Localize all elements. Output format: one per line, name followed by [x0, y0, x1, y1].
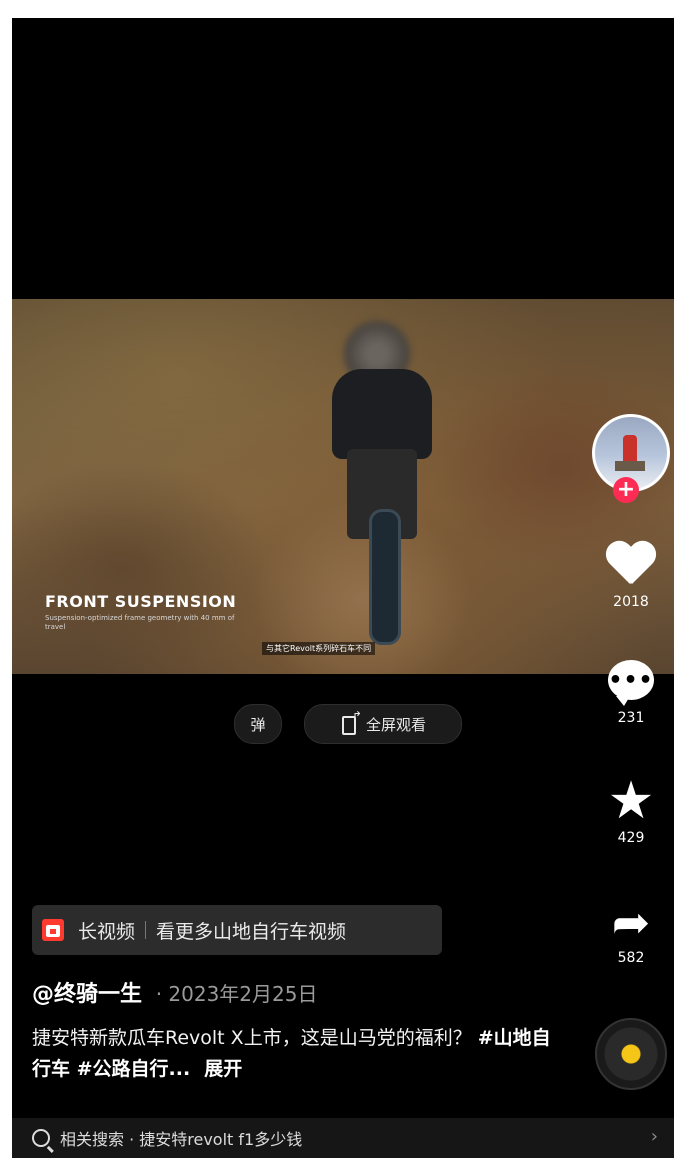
author-line: @终骑一生 · 2023年2月25日 [32, 976, 317, 1008]
related-search-text: 相关搜索 · 捷安特revolt f1多少钱 [60, 1130, 303, 1149]
share-icon: ➦ [611, 895, 651, 949]
video-caption: 捷安特新款瓜车Revolt X上市，这是山马党的福利？ #山地自行车 #公路自行… [32, 1023, 552, 1085]
avatar-bike [615, 461, 645, 471]
search-icon [32, 1129, 50, 1147]
video-overlay-title: FRONT SUSPENSION [45, 592, 237, 611]
post-date: · 2023年2月25日 [155, 982, 318, 1006]
favorite-count: 429 [617, 830, 645, 846]
share-count: 582 [617, 950, 645, 966]
long-video-text: 看更多山地自行车视频 [156, 920, 347, 943]
danmu-button[interactable]: 弹 [234, 704, 282, 744]
author-handle[interactable]: @终骑一生 [32, 982, 142, 1007]
chevron-right-icon: › [650, 1126, 658, 1147]
like-button[interactable]: 2018 [596, 542, 666, 610]
comment-count: 231 [617, 710, 645, 726]
caption-text: 捷安特新款瓜车Revolt X上市，这是山马党的福利？ [32, 1027, 472, 1049]
heart-icon [605, 542, 657, 590]
video-player[interactable]: FRONT SUSPENSION Suspension-optimized fr… [12, 299, 674, 674]
comment-button[interactable]: ••• 231 [596, 660, 666, 726]
related-search-bar[interactable]: 相关搜索 · 捷安特revolt f1多少钱 › [12, 1118, 674, 1158]
video-overlay-subtitle: Suspension-optimized frame geometry with… [45, 614, 235, 631]
expand-caption-button[interactable]: 展开 [204, 1058, 242, 1080]
danmu-label: 弹 [250, 715, 266, 734]
fullscreen-button[interactable]: 全屏观看 [304, 704, 462, 744]
long-video-icon [42, 919, 64, 941]
share-button[interactable]: ➦ 582 [596, 898, 666, 966]
scene-brush-left [12, 459, 272, 674]
video-feed-screen: FRONT SUSPENSION Suspension-optimized fr… [12, 18, 674, 1158]
like-count: 2018 [613, 594, 649, 610]
long-video-divider [145, 921, 147, 939]
favorite-button[interactable]: ★ 429 [596, 771, 666, 846]
comment-icon: ••• [608, 660, 654, 706]
fullscreen-label: 全屏观看 [365, 715, 426, 734]
rider-body [332, 369, 432, 459]
follow-button[interactable]: + [613, 477, 639, 503]
fullscreen-icon [340, 709, 362, 735]
video-caption-strip: 与其它Revolt系列碎石车不同 [262, 642, 376, 655]
star-icon: ★ [607, 771, 655, 831]
music-disc-icon[interactable] [595, 1018, 667, 1090]
long-video-label: 长视频 [78, 920, 136, 943]
long-video-banner[interactable]: 长视频 看更多山地自行车视频 [32, 905, 442, 955]
bike-wheel [369, 509, 401, 645]
